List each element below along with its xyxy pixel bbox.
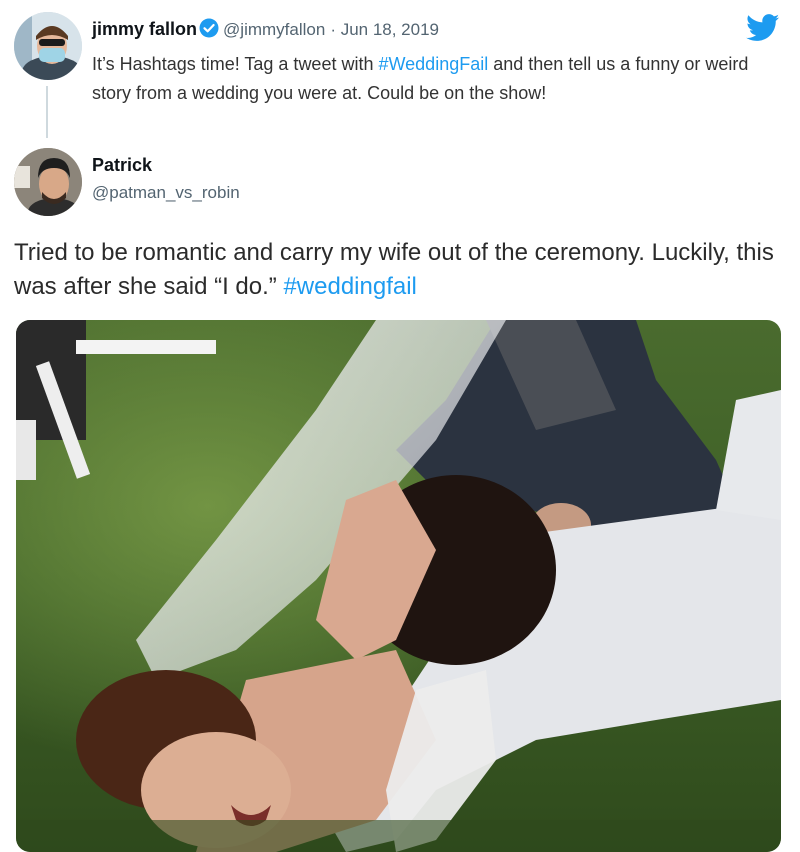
hashtag-link[interactable]: #WeddingFail	[378, 54, 488, 74]
patrick-avatar[interactable]	[14, 148, 82, 216]
thread-connector-line	[46, 86, 48, 138]
reply-author-handle[interactable]: @patman_vs_robin	[92, 183, 240, 203]
author-name[interactable]: jimmy fallon	[92, 19, 197, 39]
jimmy-fallon-name-row: jimmy fallon @jimmyfallon · Jun 18, 2019	[92, 18, 439, 43]
reply-author-name[interactable]: Patrick	[92, 155, 152, 176]
tweet-photo[interactable]	[16, 320, 781, 852]
jimmy-fallon-avatar[interactable]	[14, 12, 82, 80]
tweet-date[interactable]: · Jun 18, 2019	[330, 20, 439, 39]
tweet-text-part: It’s Hashtags time! Tag a tweet with	[92, 54, 379, 74]
original-tweet-text: It’s Hashtags time! Tag a tweet with #We…	[92, 50, 782, 108]
wedding-photo-image	[16, 320, 781, 852]
avatar-image	[14, 148, 82, 216]
hashtag-link[interactable]: #weddingfail	[283, 273, 416, 300]
author-handle[interactable]: @jimmyfallon	[223, 20, 325, 39]
reply-tweet-text: Tried to be romantic and carry my wife o…	[14, 236, 789, 304]
verified-badge-icon	[199, 18, 219, 43]
avatar-image	[14, 12, 82, 80]
twitter-bird-icon[interactable]	[746, 14, 780, 47]
